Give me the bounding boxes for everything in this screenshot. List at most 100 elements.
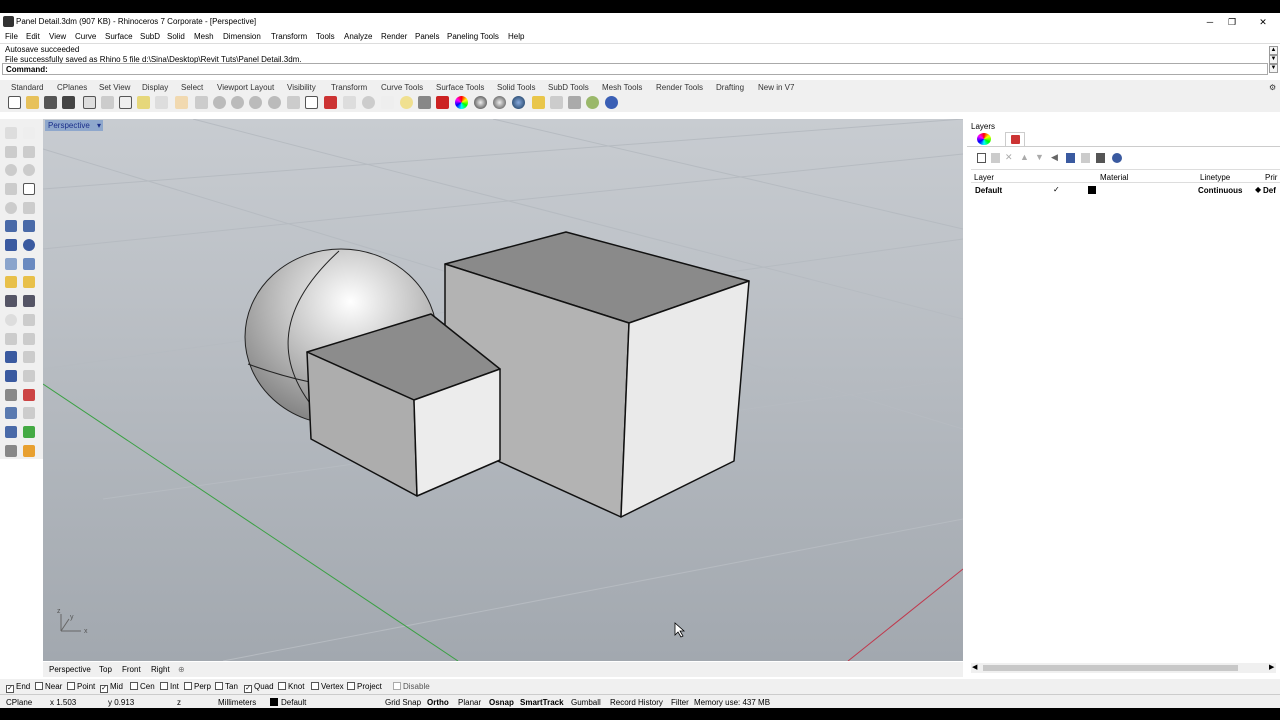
import-icon[interactable] bbox=[83, 96, 96, 109]
tab-render-tools[interactable]: Render Tools bbox=[656, 83, 703, 92]
tab-select[interactable]: Select bbox=[181, 83, 203, 92]
filter-icon[interactable] bbox=[1066, 153, 1075, 163]
rotate-view-icon[interactable] bbox=[195, 96, 208, 109]
menu-file[interactable]: File bbox=[5, 32, 18, 41]
osnap-project[interactable]: Project bbox=[347, 682, 382, 691]
osnap-disable[interactable]: Disable bbox=[393, 682, 430, 691]
move-icon[interactable] bbox=[5, 351, 17, 363]
horizontal-scrollbar[interactable]: ◀ ▶ bbox=[971, 663, 1276, 673]
menu-solid[interactable]: Solid bbox=[167, 32, 185, 41]
osnap-point[interactable]: Point bbox=[67, 682, 95, 691]
close-button[interactable]: ✕ bbox=[1249, 15, 1277, 29]
scroll-left-icon[interactable]: ◀ bbox=[972, 663, 977, 671]
history-scroll-up-icon[interactable]: ▲ bbox=[1269, 46, 1278, 55]
mesh-icon[interactable] bbox=[23, 258, 35, 270]
menu-analyze[interactable]: Analyze bbox=[344, 32, 372, 41]
curve-icon[interactable] bbox=[23, 146, 35, 158]
light-icon[interactable] bbox=[400, 96, 413, 109]
cplane-icon[interactable] bbox=[324, 96, 337, 109]
material-icon[interactable] bbox=[474, 96, 487, 109]
polyline-icon[interactable] bbox=[5, 146, 17, 158]
circle-icon[interactable] bbox=[5, 164, 17, 176]
scroll-right-icon[interactable]: ▶ bbox=[1269, 663, 1274, 671]
copy-icon[interactable] bbox=[119, 96, 132, 109]
fillet-icon[interactable] bbox=[23, 202, 35, 214]
scrollbar-thumb[interactable] bbox=[983, 665, 1238, 671]
viewport-title-label[interactable]: Perspective ▾ bbox=[45, 120, 103, 131]
move-parent-icon[interactable]: ◀ bbox=[1051, 152, 1058, 163]
cylinder-icon[interactable] bbox=[5, 258, 17, 270]
menu-dimension[interactable]: Dimension bbox=[223, 32, 261, 41]
layer-states-icon[interactable] bbox=[1081, 153, 1090, 163]
menu-view[interactable]: View bbox=[49, 32, 66, 41]
menu-render[interactable]: Render bbox=[381, 32, 407, 41]
ortho-toggle[interactable]: Ortho bbox=[427, 698, 449, 707]
menu-subd[interactable]: SubD bbox=[140, 32, 160, 41]
grid-icon[interactable] bbox=[343, 96, 356, 109]
menu-edit[interactable]: Edit bbox=[26, 32, 40, 41]
add-viewport-icon[interactable]: ⊕ bbox=[178, 665, 185, 674]
network-surface-icon[interactable] bbox=[23, 276, 35, 288]
zoom-extents-icon[interactable] bbox=[249, 96, 262, 109]
save-icon[interactable] bbox=[44, 96, 57, 109]
environment-icon[interactable] bbox=[362, 96, 375, 109]
status-current-layer[interactable]: Default bbox=[281, 698, 306, 707]
copy-tool-icon[interactable] bbox=[23, 351, 35, 363]
text-icon[interactable] bbox=[23, 407, 35, 419]
tab-drafting[interactable]: Drafting bbox=[716, 83, 744, 92]
sun-icon[interactable] bbox=[381, 96, 394, 109]
layer-row-default[interactable]: Default ✓ Continuous ◆ Def bbox=[971, 184, 1280, 196]
undo-view-icon[interactable] bbox=[287, 96, 300, 109]
tab-cplanes[interactable]: CPlanes bbox=[57, 83, 87, 92]
filter-toggle[interactable]: Filter bbox=[671, 698, 689, 707]
color-icon[interactable] bbox=[455, 96, 468, 109]
tools-icon[interactable] bbox=[1096, 153, 1105, 163]
osnap-int[interactable]: Int bbox=[160, 682, 179, 691]
pan-icon[interactable] bbox=[175, 96, 188, 109]
analyze-icon[interactable] bbox=[5, 426, 17, 438]
column-print[interactable]: Prir bbox=[1265, 173, 1277, 182]
open-icon[interactable] bbox=[26, 96, 39, 109]
tab-surface-tools[interactable]: Surface Tools bbox=[436, 83, 484, 92]
help-icon[interactable] bbox=[1112, 153, 1122, 163]
render-mesh-icon[interactable] bbox=[23, 445, 35, 457]
properties-tab-icon[interactable] bbox=[977, 133, 991, 145]
surface-icon[interactable] bbox=[5, 220, 17, 232]
offset-icon[interactable] bbox=[23, 295, 35, 307]
tab-visibility[interactable]: Visibility bbox=[287, 83, 316, 92]
gumball-toggle[interactable]: Gumball bbox=[571, 698, 601, 707]
tab-solid-tools[interactable]: Solid Tools bbox=[497, 83, 536, 92]
toolbar-options-icon[interactable]: ⚙ bbox=[1269, 83, 1276, 92]
undo-icon[interactable] bbox=[155, 96, 168, 109]
arc-icon[interactable] bbox=[5, 202, 17, 214]
planar-toggle[interactable]: Planar bbox=[458, 698, 481, 707]
scale-icon[interactable] bbox=[5, 370, 17, 382]
sweep-icon[interactable] bbox=[5, 276, 17, 288]
status-cplane[interactable]: CPlane bbox=[6, 698, 32, 707]
zoom-selected-icon[interactable] bbox=[268, 96, 281, 109]
menu-tools[interactable]: Tools bbox=[316, 32, 335, 41]
check-icon[interactable] bbox=[23, 426, 35, 438]
osnap-mid[interactable]: ✓ Mid bbox=[100, 682, 123, 693]
box-icon[interactable] bbox=[5, 239, 17, 251]
osnap-cen[interactable]: Cen bbox=[130, 682, 155, 691]
menu-curve[interactable]: Curve bbox=[75, 32, 96, 41]
column-material[interactable]: Material bbox=[1100, 173, 1128, 182]
join-icon[interactable] bbox=[5, 333, 17, 345]
layers-tab-icon[interactable] bbox=[1005, 132, 1025, 146]
polygon-icon[interactable] bbox=[5, 183, 17, 195]
osnap-quad[interactable]: ✓ Quad bbox=[244, 682, 274, 693]
move-up-icon[interactable]: ▲ bbox=[1020, 152, 1029, 162]
four-viewports-icon[interactable] bbox=[305, 96, 318, 109]
render-icon[interactable] bbox=[493, 96, 506, 109]
menu-help[interactable]: Help bbox=[508, 32, 524, 41]
viewport-menu-arrow-icon[interactable]: ▾ bbox=[97, 120, 101, 131]
current-layer-check-icon[interactable]: ✓ bbox=[1053, 185, 1060, 194]
trim-icon[interactable] bbox=[5, 314, 17, 326]
explode-icon[interactable] bbox=[23, 333, 35, 345]
viewport-tab-perspective[interactable]: Perspective bbox=[49, 665, 91, 674]
print-color-icon[interactable]: ◆ bbox=[1255, 185, 1261, 194]
tab-mesh-tools[interactable]: Mesh Tools bbox=[602, 83, 642, 92]
layer-color-swatch[interactable] bbox=[1088, 186, 1096, 194]
new-layer-icon[interactable] bbox=[977, 153, 986, 163]
